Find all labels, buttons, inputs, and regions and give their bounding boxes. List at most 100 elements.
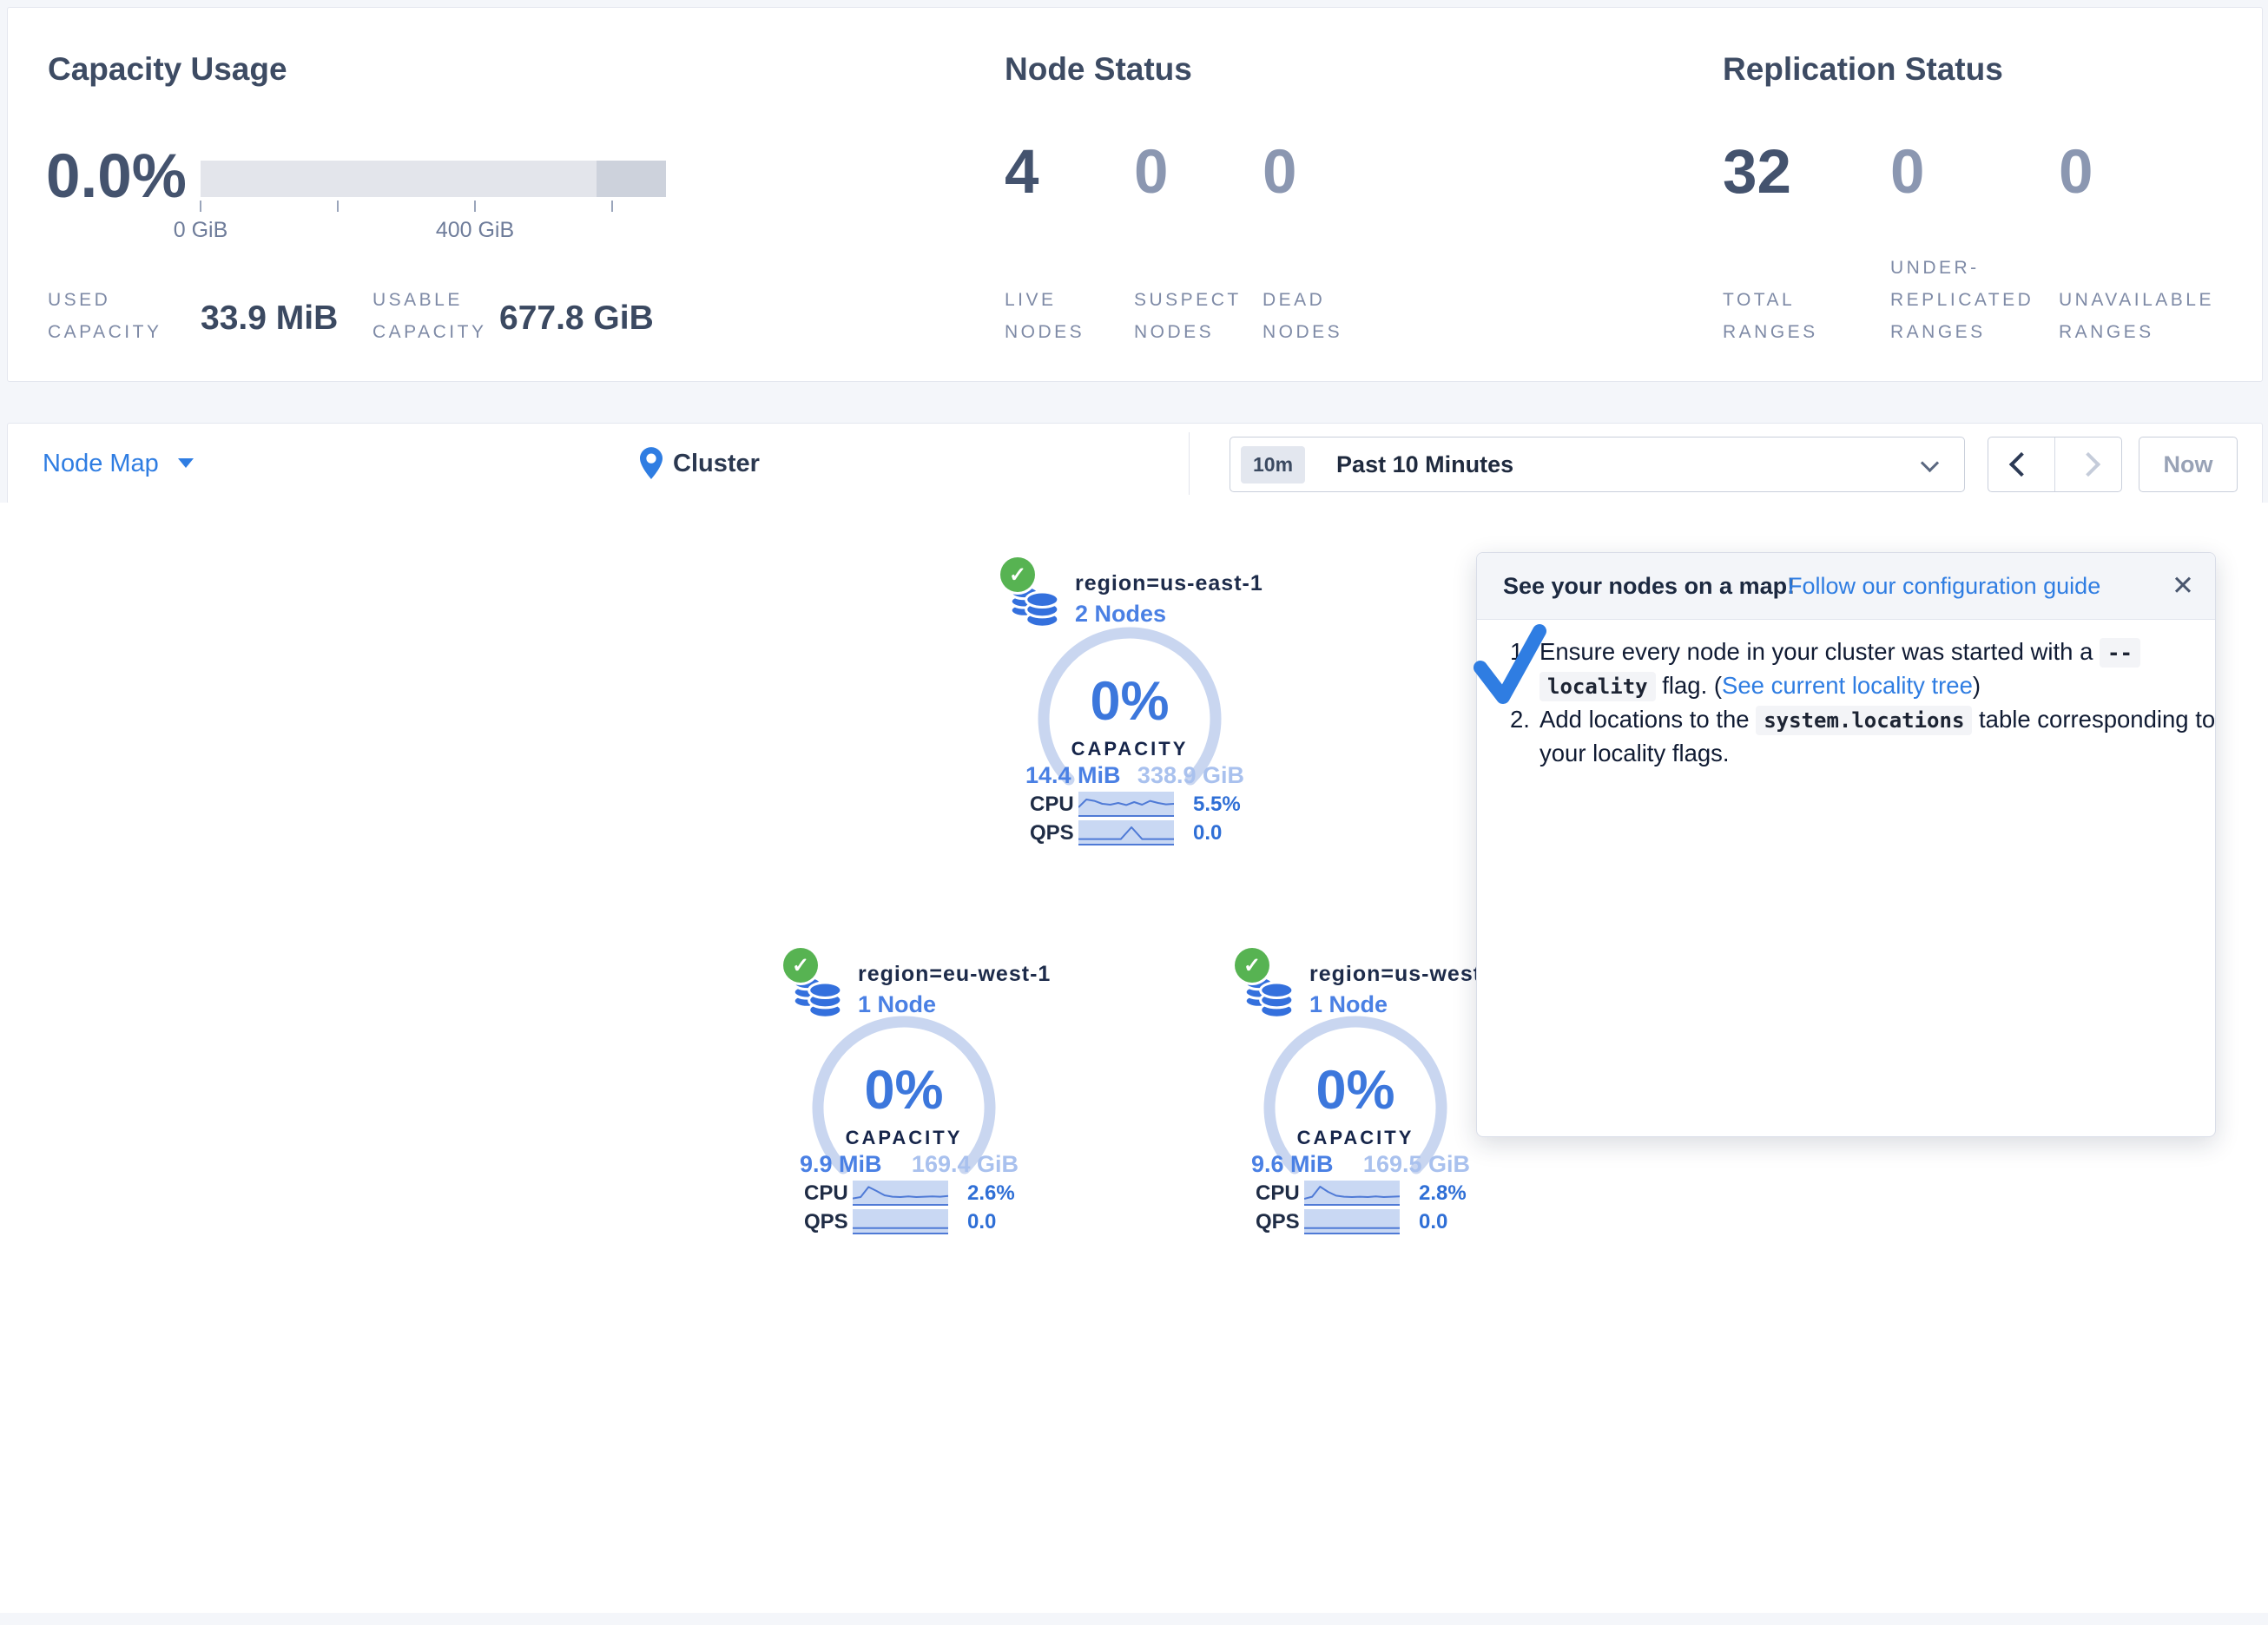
map-pin-icon (640, 447, 663, 484)
metric-value: 0 (1134, 138, 1169, 207)
metric-label: UNDER-REPLICATEDRANGES (1890, 252, 2034, 348)
region-label: region=eu-west-1 (858, 962, 1051, 987)
sparkline-chart (1078, 792, 1174, 813)
code-snippet: locality (1539, 672, 1656, 701)
popup-step-line: your locality flags. (1539, 740, 1730, 767)
chevron-left-icon (2009, 452, 2034, 477)
cpu-sparkline (1078, 792, 1174, 817)
chevron-right-icon (2076, 452, 2100, 477)
view-selector-dropdown[interactable]: Node Map (43, 450, 159, 478)
axis-tick-label: 0 GiB (174, 218, 228, 243)
cpu-row: CPU 5.5% (1030, 792, 1241, 817)
qps-sparkline (853, 1209, 948, 1234)
cpu-sparkline (1304, 1181, 1400, 1206)
capacity-label: CAPACITY (1243, 1127, 1468, 1149)
code-snippet: system.locations (1756, 706, 1972, 735)
capacity-values-row: 9.6 MiB169.5 GiB (1251, 1151, 1470, 1178)
time-range-dropdown[interactable]: 10m Past 10 Minutes (1230, 437, 1965, 492)
metric-label: UNAVAILABLERANGES (2059, 284, 2214, 348)
used-value: 9.9 MiB (800, 1151, 882, 1178)
capacity-values-row: 14.4 MiB 338.9 GiB (1025, 762, 1244, 789)
sparkline-chart (853, 1209, 948, 1231)
used-capacity-label: USEDCAPACITY (48, 284, 162, 348)
cluster-summary-card: Capacity Usage 0.0% 0 GiB 400 GiB USEDCA… (7, 7, 2263, 382)
capacity-usage-title: Capacity Usage (48, 51, 287, 88)
time-step-buttons (1988, 437, 2122, 492)
toolbar: Node Map Cluster 10m Past 10 Minutes Now (7, 423, 2263, 504)
cpu-row: CPU2.8% (1256, 1181, 1467, 1206)
step-number: 2. (1510, 706, 1539, 734)
qps-row: QPS0.0 (804, 1209, 996, 1234)
step-text: flag. ( (1656, 672, 1722, 699)
capacity-percent: 0% (1017, 670, 1243, 733)
region-node-group[interactable]: ✓region=eu-west-11 Node0%CAPACITY9.9 MiB… (783, 948, 1044, 1247)
capacity-usage-bar (201, 161, 666, 197)
status-ok-icon: ✓ (1235, 948, 1269, 983)
cpu-value: 2.6% (967, 1181, 1015, 1206)
time-range-label: Past 10 Minutes (1336, 451, 1513, 478)
locality-tree-link[interactable]: See current locality tree (1722, 672, 1973, 699)
qps-label: QPS (1030, 821, 1078, 845)
popup-step-line: 1.Ensure every node in your cluster was … (1510, 638, 2140, 666)
qps-label: QPS (804, 1210, 853, 1234)
sparkline-chart (1304, 1181, 1400, 1202)
used-value: 14.4 MiB (1025, 762, 1121, 789)
usable-capacity-label: USABLECAPACITY (373, 284, 486, 348)
metric-value: 0 (1263, 138, 1297, 207)
step-text: Add locations to the (1539, 706, 1756, 733)
chevron-down-icon (1921, 454, 1939, 472)
popup-title: See your nodes on a map! (1503, 553, 1795, 619)
cpu-row: CPU2.6% (804, 1181, 1015, 1206)
axis-tick (474, 201, 476, 212)
popup-step-line: locality flag. (See current locality tre… (1539, 672, 1981, 700)
close-icon[interactable]: ✕ (2172, 553, 2194, 619)
total-value: 338.9 GiB (1137, 762, 1244, 789)
total-value: 169.4 GiB (912, 1151, 1019, 1178)
qps-row: QPS 0.0 (1030, 820, 1222, 845)
cpu-label: CPU (1030, 793, 1078, 817)
popup-header: See your nodes on a map! Follow our conf… (1477, 553, 2215, 620)
sparkline-chart (853, 1181, 948, 1202)
capacity-values-row: 9.9 MiB 169.4 GiB (800, 1151, 1019, 1178)
now-button[interactable]: Now (2139, 437, 2238, 492)
qps-sparkline (1304, 1209, 1400, 1234)
metric-label: LIVENODES (1005, 284, 1085, 348)
total-value: 169.5 GiB (1363, 1151, 1470, 1178)
node-status-title: Node Status (1005, 51, 1192, 88)
popup-step-line: 2.Add locations to the system.locations … (1510, 706, 2215, 734)
metric-label: SUSPECTNODES (1134, 284, 1242, 348)
cpu-value: 5.5% (1193, 793, 1241, 817)
time-prev-button[interactable] (1988, 438, 2055, 491)
step-text: your locality flags. (1539, 740, 1730, 766)
axis-tick-label: 400 GiB (436, 218, 514, 243)
metric-label: DEADNODES (1263, 284, 1342, 348)
capacity-label: CAPACITY (791, 1127, 1017, 1149)
qps-label: QPS (1256, 1210, 1304, 1234)
toolbar-divider (1189, 432, 1190, 495)
replication-status-title: Replication Status (1723, 51, 2003, 88)
metric-value: 32 (1723, 138, 1791, 207)
capacity-usage-percent: 0.0% (46, 142, 187, 212)
code-snippet: -- (2100, 638, 2140, 668)
usable-capacity-value: 677.8 GiB (499, 299, 654, 338)
step-text: ) (1973, 672, 1981, 699)
status-ok-icon: ✓ (783, 948, 818, 983)
metric-value: 4 (1005, 138, 1039, 207)
region-label: region=us-west-1 (1309, 962, 1502, 987)
configuration-guide-link[interactable]: Follow our configuration guide (1788, 553, 2100, 619)
region-node-group[interactable]: ✓region=us-east-12 Nodes0%CAPACITY14.4 M… (1000, 557, 1261, 858)
region-node-group[interactable]: ✓region=us-west-11 Node0%CAPACITY9.6 MiB… (1235, 948, 1495, 1247)
status-ok-icon: ✓ (1000, 557, 1035, 592)
cpu-sparkline (853, 1181, 948, 1206)
check-icon (1470, 621, 1550, 707)
node-map-page: Capacity Usage 0.0% 0 GiB 400 GiB USEDCA… (0, 0, 2268, 1625)
chevron-down-icon[interactable] (178, 458, 194, 468)
breadcrumb[interactable]: Cluster (673, 450, 760, 478)
qps-value: 0.0 (1193, 821, 1222, 845)
metric-label: TOTALRANGES (1723, 284, 1818, 348)
metric-value: 0 (1890, 138, 1925, 207)
axis-tick (337, 201, 339, 212)
step-text: table corresponding to (1972, 706, 2215, 733)
time-next-button[interactable] (2055, 438, 2121, 491)
time-range-badge: 10m (1241, 446, 1305, 484)
